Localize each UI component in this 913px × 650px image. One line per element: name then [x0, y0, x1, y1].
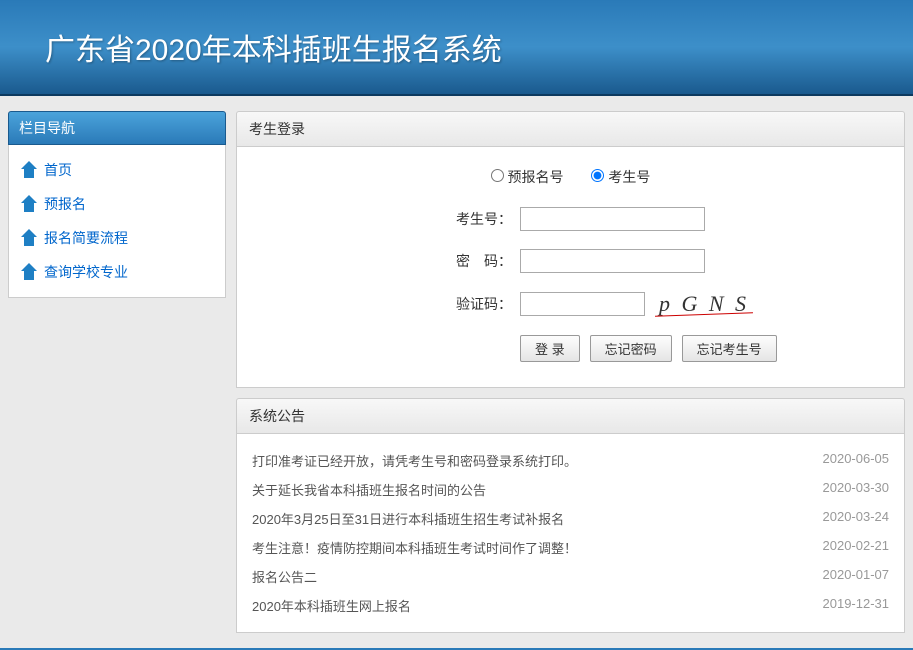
- radio-prereg-label[interactable]: 预报名号: [491, 169, 568, 185]
- announcement-item[interactable]: 2020年本科插班生网上报名 2019-12-31: [252, 591, 889, 620]
- label-examid: 考生号：: [442, 209, 512, 229]
- announcement-text: 2020年本科插班生网上报名: [252, 596, 411, 615]
- radio-examid[interactable]: [591, 169, 604, 182]
- radio-prereg[interactable]: [491, 169, 504, 182]
- sidebar-item-label: 预报名: [44, 194, 86, 214]
- login-button[interactable]: 登 录: [520, 335, 580, 362]
- sidebar: 栏目导航 首页 预报名 报名简要流程 查询学校专业: [8, 111, 226, 633]
- radio-prereg-text: 预报名号: [508, 169, 564, 185]
- button-row: 登 录 忘记密码 忘记考生号: [267, 335, 874, 362]
- announcement-date: 2020-03-24: [823, 509, 890, 528]
- sidebar-title: 栏目导航: [8, 111, 226, 145]
- sidebar-item-process[interactable]: 报名简要流程: [14, 221, 220, 255]
- announcement-date: 2020-01-07: [823, 567, 890, 586]
- examid-input[interactable]: [520, 207, 705, 231]
- announcement-item[interactable]: 考生注意！疫情防控期间本科插班生考试时间作了调整！ 2020-02-21: [252, 533, 889, 562]
- login-title: 考生登录: [236, 111, 905, 147]
- sidebar-item-label: 报名简要流程: [44, 228, 128, 248]
- home-icon: [19, 161, 39, 179]
- home-icon: [19, 229, 39, 247]
- radio-examid-text: 考生号: [608, 169, 650, 185]
- sidebar-item-query[interactable]: 查询学校专业: [14, 255, 220, 289]
- announcement-date: 2020-06-05: [823, 451, 890, 470]
- announcement-panel: 系统公告 打印准考证已经开放，请凭考生号和密码登录系统打印。 2020-06-0…: [236, 398, 905, 633]
- label-captcha: 验证码：: [442, 294, 512, 314]
- login-type-radios: 预报名号 考生号: [267, 167, 874, 187]
- captcha-image[interactable]: p G N S: [655, 291, 753, 317]
- announcement-date: 2020-02-21: [823, 538, 890, 557]
- page-header: 广东省2020年本科插班生报名系统: [0, 0, 913, 96]
- radio-examid-label[interactable]: 考生号: [591, 169, 650, 185]
- row-password: 密 码：: [267, 249, 874, 273]
- announcement-date: 2020-03-30: [823, 480, 890, 499]
- login-body: 预报名号 考生号 考生号： 密 码： 验证码：: [236, 147, 905, 388]
- announcement-text: 打印准考证已经开放，请凭考生号和密码登录系统打印。: [252, 451, 577, 470]
- announcement-date: 2019-12-31: [823, 596, 890, 615]
- row-examid: 考生号：: [267, 207, 874, 231]
- sidebar-body: 首页 预报名 报名简要流程 查询学校专业: [8, 145, 226, 298]
- announcement-text: 报名公告二: [252, 567, 317, 586]
- announcement-body: 打印准考证已经开放，请凭考生号和密码登录系统打印。 2020-06-05 关于延…: [236, 434, 905, 633]
- announcement-text: 2020年3月25日至31日进行本科插班生招生考试补报名: [252, 509, 564, 528]
- announcement-title: 系统公告: [236, 398, 905, 434]
- announcement-item[interactable]: 2020年3月25日至31日进行本科插班生招生考试补报名 2020-03-24: [252, 504, 889, 533]
- password-input[interactable]: [520, 249, 705, 273]
- announcement-text: 考生注意！疫情防控期间本科插班生考试时间作了调整！: [252, 538, 577, 557]
- sidebar-item-home[interactable]: 首页: [14, 153, 220, 187]
- sidebar-item-label: 首页: [44, 160, 72, 180]
- captcha-input[interactable]: [520, 292, 645, 316]
- login-panel: 考生登录 预报名号 考生号 考生号： 密: [236, 111, 905, 388]
- announcement-item[interactable]: 关于延长我省本科插班生报名时间的公告 2020-03-30: [252, 475, 889, 504]
- announcement-item[interactable]: 打印准考证已经开放，请凭考生号和密码登录系统打印。 2020-06-05: [252, 446, 889, 475]
- page-title: 广东省2020年本科插班生报名系统: [45, 25, 868, 69]
- row-captcha: 验证码： p G N S: [267, 291, 874, 317]
- forgot-id-button[interactable]: 忘记考生号: [682, 335, 777, 362]
- main-content: 考生登录 预报名号 考生号 考生号： 密: [236, 111, 905, 633]
- announcement-text: 关于延长我省本科插班生报名时间的公告: [252, 480, 486, 499]
- main-container: 栏目导航 首页 预报名 报名简要流程 查询学校专业 考生登录: [0, 96, 913, 648]
- home-icon: [19, 263, 39, 281]
- label-password: 密 码：: [442, 251, 512, 271]
- home-icon: [19, 195, 39, 213]
- sidebar-item-label: 查询学校专业: [44, 262, 128, 282]
- announcement-item[interactable]: 报名公告二 2020-01-07: [252, 562, 889, 591]
- sidebar-item-prereg[interactable]: 预报名: [14, 187, 220, 221]
- forgot-password-button[interactable]: 忘记密码: [590, 335, 672, 362]
